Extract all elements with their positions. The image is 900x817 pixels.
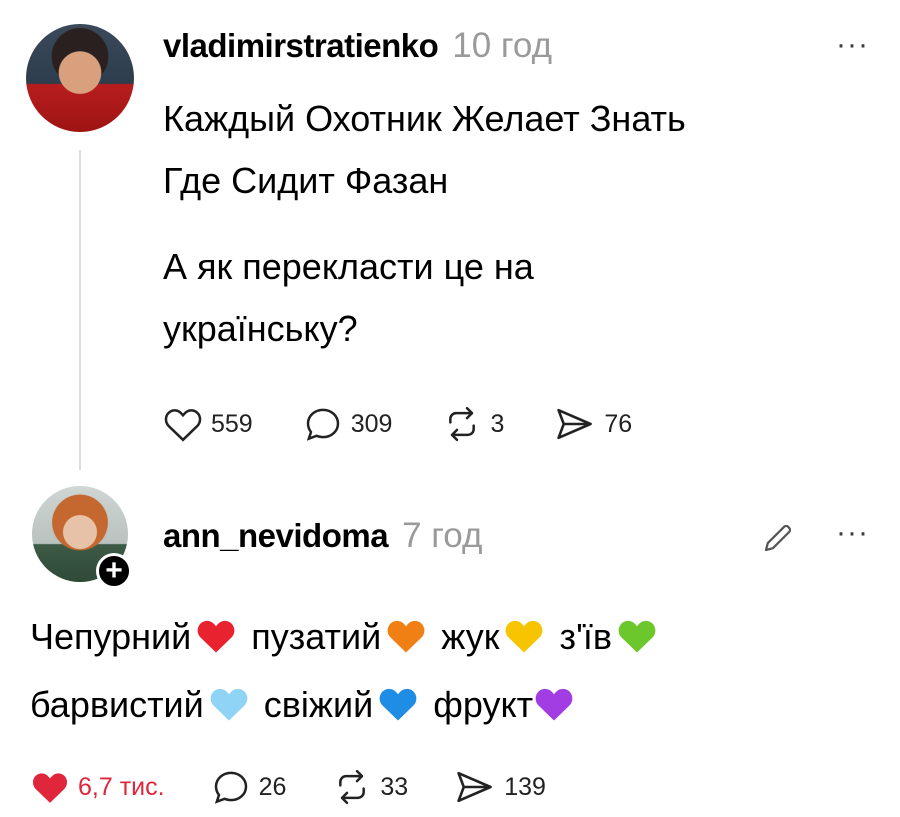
post-header: ann_nevidoma 7 год [163, 516, 482, 556]
comment-count: 26 [258, 772, 287, 801]
post-text: Чепурний пузатий жук з'їв барвистий свіж… [30, 606, 880, 742]
username[interactable]: ann_nevidoma [163, 517, 389, 555]
like-count: 6,7 тис. [78, 772, 165, 801]
blue-heart-icon [377, 680, 419, 742]
green-heart-icon [616, 612, 658, 674]
repost-count: 3 [490, 409, 505, 438]
red-heart-icon [195, 612, 237, 674]
like-count: 559 [211, 409, 253, 438]
send-icon [557, 408, 593, 440]
share-count: 76 [604, 409, 633, 438]
post-line: українську? [163, 308, 358, 349]
post-time: 10 год [452, 26, 553, 65]
share-count: 139 [504, 772, 546, 801]
word: фрукт [433, 684, 534, 725]
username[interactable]: vladimirstratienko [163, 27, 439, 65]
post-actions: 6,7 тис. 26 33 139 [30, 768, 546, 806]
avatar-vladimirstratienko[interactable] [26, 24, 134, 132]
post-line: А як перекласти це на [163, 246, 534, 287]
thread-line [79, 150, 81, 470]
heart-icon [164, 409, 202, 442]
share-button[interactable]: 76 [554, 405, 632, 443]
purple-heart-icon [533, 680, 575, 742]
post-line: Каждый Охотник Желает Знать [163, 98, 686, 139]
repost-icon [449, 406, 476, 442]
repost-icon [339, 769, 366, 805]
repost-button[interactable]: 3 [442, 405, 504, 443]
comment-button[interactable]: 309 [303, 405, 393, 443]
share-button[interactable]: 139 [454, 768, 546, 806]
comment-icon [214, 771, 247, 804]
pencil-icon[interactable] [760, 520, 796, 561]
repost-count: 33 [380, 772, 409, 801]
send-icon [457, 771, 493, 803]
comment-button[interactable]: 26 [211, 768, 287, 806]
yellow-heart-icon [503, 612, 545, 674]
comment-count: 309 [350, 409, 393, 438]
word: барвистий [30, 684, 204, 725]
word: Чепурний [30, 616, 192, 657]
ellipsis-icon[interactable]: ··· [836, 28, 869, 62]
post-actions: 559 309 3 76 [163, 405, 632, 443]
word: з'їв [559, 616, 612, 657]
orange-heart-icon [385, 612, 427, 674]
like-button[interactable]: 6,7 тис. [30, 768, 165, 806]
word: жук [441, 616, 500, 657]
post-line: барвистий свіжий фрукт [30, 674, 880, 742]
heart-filled-icon [32, 773, 68, 803]
post-time: 7 год [402, 516, 483, 555]
post-line: Чепурний пузатий жук з'їв [30, 606, 880, 674]
follow-plus-icon[interactable]: + [96, 553, 132, 589]
repost-button[interactable]: 33 [332, 768, 408, 806]
post-line: Где Сидит Фазан [163, 160, 449, 201]
word: пузатий [251, 616, 382, 657]
comment-icon [306, 408, 339, 441]
light-blue-heart-icon [208, 680, 250, 742]
like-button[interactable]: 559 [163, 405, 253, 443]
word: свіжий [263, 684, 374, 725]
post-header: vladimirstratienko 10 год [163, 26, 552, 66]
ellipsis-icon[interactable]: ··· [836, 516, 869, 550]
post-text: Каждый Охотник Желает Знать Где Сидит Фа… [163, 88, 686, 360]
